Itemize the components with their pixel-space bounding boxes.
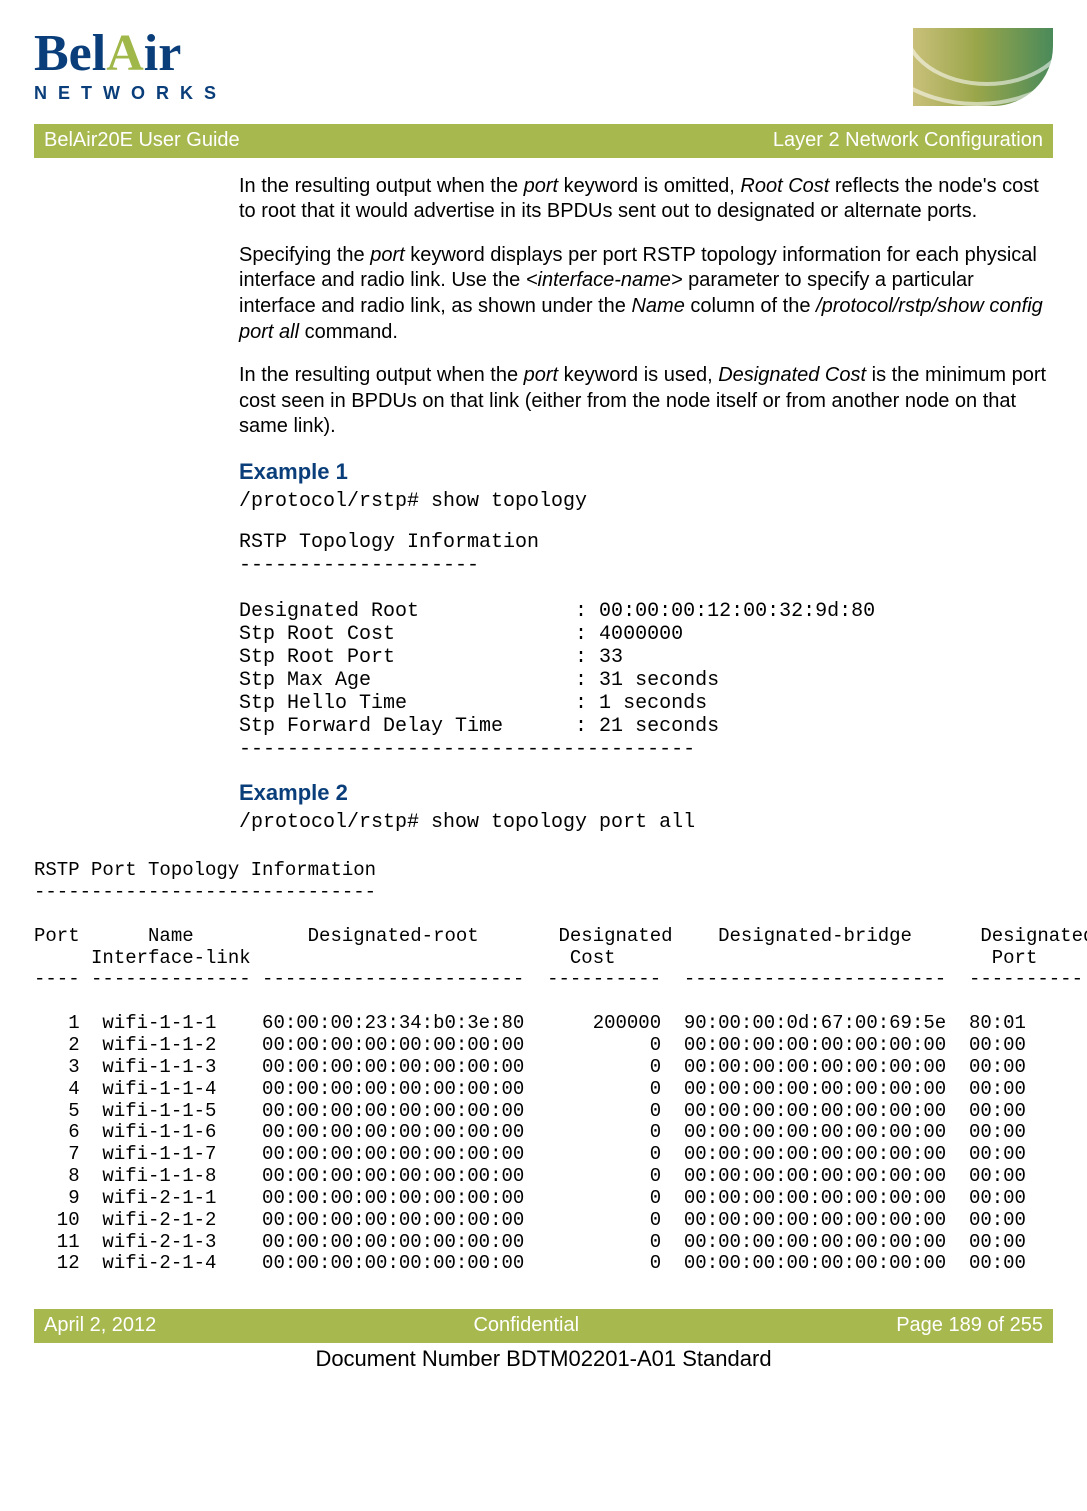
body-content: In the resulting output when the port ke… <box>239 174 1049 1276</box>
keyword-port: port <box>370 244 404 266</box>
paragraph-3: In the resulting output when the port ke… <box>239 363 1049 440</box>
logo-wordmark: BelAir <box>34 28 227 80</box>
example-1-command: /protocol/rstp# show topology <box>239 490 1049 513</box>
keyword-designated-cost: Designated Cost <box>718 364 866 386</box>
logo-swirl-icon <box>913 28 1053 106</box>
example-2-output: RSTP Port Topology Information ---------… <box>34 860 1049 1275</box>
title-bar: BelAir20E User Guide Layer 2 Network Con… <box>34 124 1053 158</box>
example-1-title: Example 1 <box>239 458 1049 486</box>
keyword-port: port <box>524 175 558 197</box>
example-1-output: RSTP Topology Information --------------… <box>239 531 1049 761</box>
logo: BelAir NETWORKS <box>34 28 227 105</box>
footer-date: April 2, 2012 <box>44 1313 156 1339</box>
guide-title: BelAir20E User Guide <box>44 128 240 154</box>
section-title: Layer 2 Network Configuration <box>773 128 1043 154</box>
footer-confidential: Confidential <box>473 1313 579 1339</box>
example-2-title: Example 2 <box>239 779 1049 807</box>
paragraph-2: Specifying the port keyword displays per… <box>239 243 1049 345</box>
paragraph-1: In the resulting output when the port ke… <box>239 174 1049 225</box>
footer: April 2, 2012 Confidential Page 189 of 2… <box>34 1309 1053 1381</box>
document-number: Document Number BDTM02201-A01 Standard <box>34 1345 1053 1381</box>
header: BelAir NETWORKS <box>34 28 1053 106</box>
keyword-name: Name <box>631 295 684 317</box>
keyword-root-cost: Root Cost <box>740 175 829 197</box>
logo-subtext: NETWORKS <box>34 82 227 105</box>
keyword-port: port <box>524 364 558 386</box>
example-2-command: /protocol/rstp# show topology port all <box>239 811 1049 834</box>
footer-page: Page 189 of 255 <box>896 1313 1043 1339</box>
keyword-interface-name: <interface-name> <box>526 269 683 291</box>
footer-bar: April 2, 2012 Confidential Page 189 of 2… <box>34 1309 1053 1343</box>
